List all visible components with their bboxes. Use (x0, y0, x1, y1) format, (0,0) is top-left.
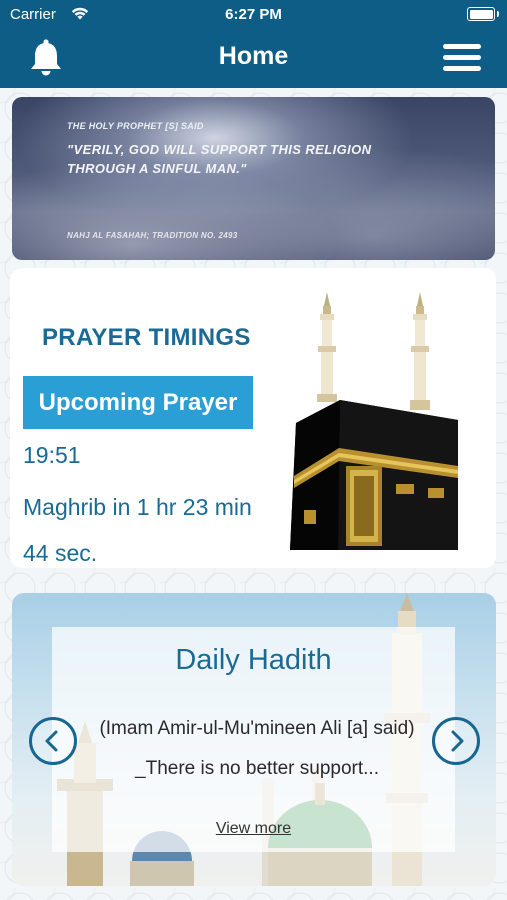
upcoming-prayer-button[interactable]: Upcoming Prayer (23, 376, 253, 429)
quote-reference: NAHJ AL FASAHAH; TRADITION NO. 2493 (67, 231, 238, 240)
status-bar: Carrier 6:27 PM (0, 0, 507, 30)
daily-hadith-card: Daily Hadith (Imam Amir-ul-Mu'mineen Ali… (12, 593, 496, 886)
page-title: Home (218, 42, 289, 70)
quote-banner[interactable]: THE HOLY PROPHET [S] SAID "VERILY, GOD W… (12, 97, 495, 260)
quote-text: "VERILY, GOD WILL SUPPORT THIS RELIGION … (67, 142, 372, 176)
chevron-right-icon[interactable] (432, 717, 480, 765)
hamburger-menu-icon[interactable] (443, 44, 481, 72)
hadith-text: (Imam Amir-ul-Mu'mineen Ali [a] said) _T… (99, 718, 415, 779)
hadith-panel: Daily Hadith (Imam Amir-ul-Mu'mineen Ali… (52, 627, 455, 852)
app-header: Carrier 6:27 PM Home (0, 0, 507, 88)
kaaba-image (290, 292, 458, 550)
battery-icon (467, 7, 499, 21)
prayer-countdown: Maghrib in 1 hr 23 min 44 sec. (23, 494, 252, 566)
prayer-time: 19:51 (23, 442, 81, 468)
hadith-title: Daily Hadith (175, 644, 332, 676)
prayer-timings-title: PRAYER TIMINGS (42, 324, 251, 351)
prayer-timings-card: PRAYER TIMINGS Upcoming Prayer 19:51 Mag… (10, 268, 496, 568)
chevron-left-icon[interactable] (29, 717, 77, 765)
view-more-link[interactable]: View more (52, 820, 455, 838)
quote-source: THE HOLY PROPHET [S] SAID (67, 121, 204, 131)
status-time: 6:27 PM (225, 6, 282, 23)
